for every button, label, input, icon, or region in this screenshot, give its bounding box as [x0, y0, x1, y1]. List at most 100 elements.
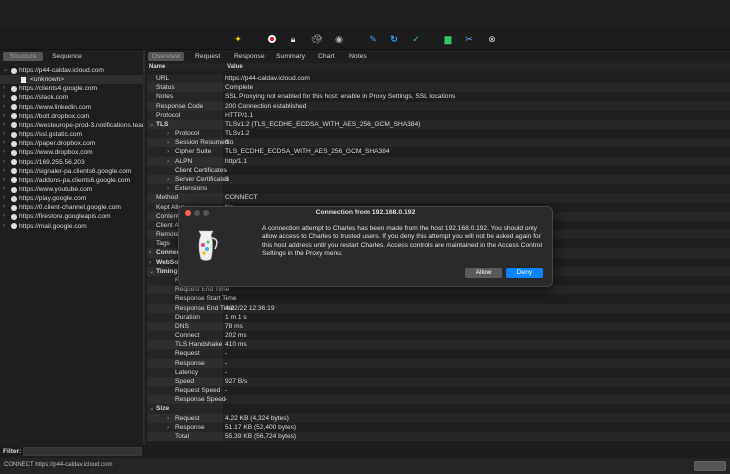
tab-summary[interactable]: Summary [276, 52, 305, 61]
pen-icon[interactable]: ✎ [367, 33, 379, 45]
table-row[interactable]: Connect 202 ms [147, 331, 730, 341]
host-item[interactable]: › https://signaler-pa.clients6.google.com [0, 167, 143, 176]
tab-sequence[interactable]: Sequence [47, 52, 87, 61]
table-row[interactable]: Response End Time 4/22/22 12:36:19 [147, 303, 730, 313]
chevron-right-icon[interactable]: › [167, 147, 169, 156]
table-row[interactable]: › Response 51.17 KB (52,400 bytes) [147, 422, 730, 433]
chevron-right-icon[interactable]: › [167, 175, 169, 184]
host-item[interactable]: › https://paper.dropbox.com [0, 139, 143, 148]
chevron-right-icon[interactable]: › [3, 139, 5, 148]
basket-icon[interactable]: ▆ [442, 33, 454, 45]
host-item[interactable]: <unknown> [0, 75, 143, 85]
lock-icon[interactable]: 🔒︎ [287, 33, 299, 45]
table-row[interactable]: Request Speed - [147, 386, 730, 396]
host-item[interactable]: › https://169.255.56.203 [0, 158, 143, 167]
turtle-icon[interactable]: 🐢︎ [311, 33, 323, 45]
chevron-right-icon[interactable]: › [3, 112, 5, 121]
chevron-down-icon[interactable]: ⌄ [149, 120, 155, 129]
host-item[interactable]: › https://bolt.dropbox.com [0, 112, 143, 121]
host-item[interactable]: › https://addons-pa.clients6.google.com [0, 176, 143, 185]
host-item[interactable]: › https://firestore.googleapis.com [0, 212, 143, 221]
table-row[interactable]: Client Certificates - [147, 165, 730, 175]
table-row[interactable]: › Session Resumed No [147, 138, 730, 148]
host-item[interactable]: › https://www.linkedin.com [0, 103, 143, 112]
record-icon[interactable] [266, 33, 278, 45]
table-row[interactable]: › ALPN http/1.1 [147, 156, 730, 166]
host-item[interactable]: › https://ssl.gstatic.com [0, 130, 143, 139]
broom-icon[interactable]: ✦ [232, 33, 244, 45]
chevron-right-icon[interactable]: › [3, 222, 5, 231]
chevron-right-icon[interactable]: › [3, 167, 5, 176]
tab-structure[interactable]: Structure [3, 52, 43, 61]
table-row[interactable]: › Protocol TLSv1.2 [147, 129, 730, 139]
tab-chart[interactable]: Chart [318, 52, 335, 61]
chevron-right-icon[interactable]: › [149, 248, 151, 257]
chevron-right-icon[interactable]: › [3, 203, 5, 212]
allow-button[interactable]: Allow [465, 268, 502, 278]
chevron-right-icon[interactable]: › [167, 423, 169, 432]
table-row[interactable]: ⌄ TLS TLSv1.2 (TLS_ECDHE_ECDSA_WITH_AES_25… [147, 119, 730, 130]
tab-notes[interactable]: Notes [349, 52, 367, 61]
settings-icon[interactable]: ⊗ [486, 33, 498, 45]
deny-button[interactable]: Deny [506, 268, 543, 278]
table-row[interactable]: › Extensions [147, 184, 730, 194]
chevron-down-icon[interactable]: ⌄ [3, 66, 8, 75]
host-item[interactable]: ⌄ https://p44-caldav.icloud.com [0, 66, 143, 75]
table-row[interactable]: DNS 78 ms [147, 321, 730, 332]
host-item[interactable]: › https://westeurope-prod-3.notifications… [0, 121, 143, 130]
table-row[interactable]: Status Complete [147, 83, 730, 93]
table-row[interactable]: Response - [147, 358, 730, 368]
table-row[interactable]: Protocol HTTP/1.1 [147, 110, 730, 120]
chevron-right-icon[interactable]: › [3, 158, 5, 167]
host-item[interactable]: › https://mail.google.com [0, 222, 143, 231]
host-item[interactable]: › https://play.google.com [0, 194, 143, 203]
chevron-right-icon[interactable]: › [3, 84, 5, 93]
chevron-right-icon[interactable]: › [167, 129, 169, 138]
chevron-right-icon[interactable]: › [149, 258, 151, 267]
table-row[interactable]: Response Speed - [147, 395, 730, 405]
tab-request[interactable]: Request [195, 52, 220, 61]
chevron-right-icon[interactable]: › [3, 130, 5, 139]
host-item[interactable]: › https://www.dropbox.com [0, 148, 143, 157]
chevron-right-icon[interactable]: › [167, 414, 169, 423]
table-row[interactable]: TLS Handshake 410 ms [147, 340, 730, 350]
table-row[interactable]: URL https://p44-caldav.icloud.com [147, 74, 730, 84]
tab-overview[interactable]: Overview [148, 52, 184, 61]
table-row[interactable]: Method CONNECT [147, 193, 730, 203]
chevron-right-icon[interactable]: › [3, 103, 5, 112]
table-row[interactable]: › Cipher Suite TLS_ECDHE_ECDSA_WITH_AES_25… [147, 147, 730, 157]
chevron-right-icon[interactable]: › [3, 176, 5, 185]
chevron-right-icon[interactable]: › [167, 184, 169, 193]
recording-button[interactable] [694, 461, 726, 471]
table-row[interactable]: Speed 927 B/s [147, 376, 730, 387]
table-row[interactable]: Request - [147, 349, 730, 359]
chevron-right-icon[interactable]: › [167, 157, 169, 166]
table-row[interactable]: Response Start Time - [147, 294, 730, 304]
chevron-down-icon[interactable]: ⌄ [149, 267, 155, 276]
host-item[interactable]: › https://slack.com [0, 93, 143, 102]
host-item[interactable]: › https://www.youtube.com [0, 185, 143, 194]
table-row[interactable]: ⌄ Size [147, 404, 730, 414]
table-row[interactable]: Notes SSL Proxying not enabled for this h… [147, 92, 730, 102]
column-value[interactable]: Value [227, 63, 243, 71]
table-row[interactable]: › Request 4.22 KB (4,324 bytes) [147, 413, 730, 423]
tab-response[interactable]: Response [234, 52, 265, 61]
chevron-right-icon[interactable]: › [167, 138, 169, 147]
host-item[interactable]: › https://clients4.google.com [0, 84, 143, 93]
table-row[interactable]: Duration 1 m 1 s [147, 312, 730, 322]
breakpoint-icon[interactable]: ◉ [333, 33, 345, 45]
chevron-right-icon[interactable]: › [3, 93, 5, 102]
host-item[interactable]: › https://0.client-channel.google.com [0, 203, 143, 212]
table-row[interactable]: Total 55.39 KB (56,724 bytes) [147, 432, 730, 442]
table-row[interactable]: › Server Certificates 3 [147, 174, 730, 185]
chevron-right-icon[interactable]: › [3, 148, 5, 157]
filter-input[interactable] [23, 447, 142, 456]
chevron-right-icon[interactable]: › [3, 194, 5, 203]
chevron-right-icon[interactable]: › [3, 121, 5, 130]
chevron-right-icon[interactable]: › [3, 212, 5, 221]
refresh-icon[interactable]: ↻ [388, 33, 400, 45]
tools-icon[interactable]: ✂ [463, 33, 475, 45]
chevron-right-icon[interactable]: › [3, 185, 5, 194]
check-icon[interactable]: ✓ [410, 33, 422, 45]
table-row[interactable]: Response Code 200 Connection established [147, 101, 730, 111]
